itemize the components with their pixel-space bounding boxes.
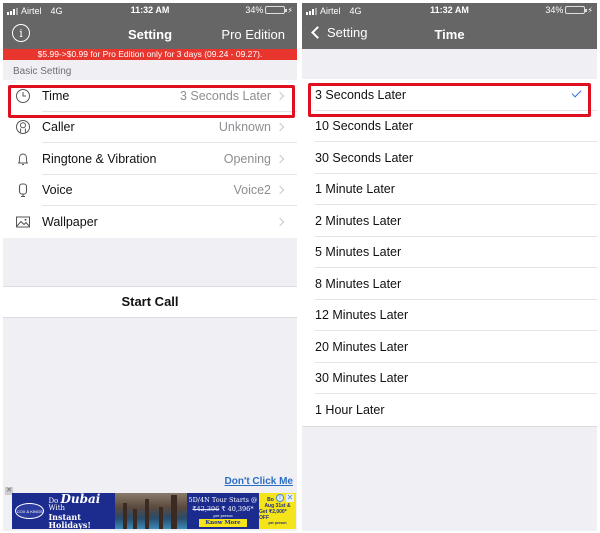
bolt-icon: ⚡ [587,5,593,15]
ad-left-panel: COX & KINGS Do Dubai With Instant Holida… [12,493,115,529]
chevron-right-icon [275,217,285,226]
ad-right-line4: per person [268,520,287,525]
time-option[interactable]: 12 Minutes Later [302,299,597,331]
settings-label: Wallpaper [42,214,98,229]
time-option[interactable]: 10 Seconds Later [302,110,597,142]
settings-value: Voice2 [233,183,271,198]
ad-right-line3: Get ₹2,000* OFF [259,508,287,521]
time-option-label: 20 Minutes Later [315,339,409,354]
time-option-label: 3 Seconds Later [315,87,407,102]
time-option-label: 30 Seconds Later [315,150,413,165]
ad-info-icon[interactable]: i [276,494,284,502]
dont-click-link[interactable]: Don't Click Me [225,476,294,487]
settings-value: 3 Seconds Later [179,88,271,103]
ad-know-more-button[interactable]: Know More [199,518,247,527]
time-option-label: 30 Minutes Later [315,371,409,386]
ad-headline-city: Dubai [60,493,101,506]
time-option[interactable]: 1 Hour Later [302,394,597,426]
settings-label: Voice [42,183,73,198]
settings-screen: Airtel 4G 11:32 AM 34% ⚡ i Setting Pro E… [3,3,297,531]
top-bar: Airtel 4G 11:32 AM 34% ⚡ i Setting Pro E… [3,3,297,49]
time-option-label: 12 Minutes Later [315,308,409,323]
image-icon [3,214,42,230]
settings-value: Unknown [218,120,271,135]
battery-indicator: 34% ⚡ [545,5,593,15]
chevron-right-icon [275,186,285,195]
ad-offer-panel: 5D/4N Tour Starts @ ₹42,396 ₹ 40,396* pe… [187,493,259,529]
time-option-label: 2 Minutes Later [315,213,402,228]
time-option[interactable]: 8 Minutes Later [302,268,597,300]
battery-percent: 34% [545,5,564,15]
time-option[interactable]: 3 Seconds Later [302,79,597,111]
ad-close-icon[interactable]: ✕ [286,494,294,502]
settings-row-wallpaper[interactable]: Wallpaper [3,206,297,238]
chevron-right-icon [275,154,285,163]
battery-percent: 34% [245,5,264,15]
ad-logo: COX & KINGS [15,503,45,519]
bell-icon [3,151,42,167]
battery-icon [565,6,588,14]
time-options-list: 3 Seconds Later 10 Seconds Later 30 Second… [302,79,597,427]
settings-row-ringtone[interactable]: Ringtone & Vibration Opening [3,143,297,175]
status-bar: Airtel 4G 11:32 AM 34% ⚡ [302,3,597,19]
navbar: i Setting Pro Edition [3,19,297,49]
settings-row-voice[interactable]: Voice Voice2 [3,175,297,207]
ad-controls: i ✕ [276,494,294,502]
ad-offer-line1: 5D/4N Tour Starts @ [188,495,258,504]
time-option[interactable]: 2 Minutes Later [302,205,597,237]
ad-headline-line2: Instant Holidays! [48,511,91,529]
page-title: Time [434,27,465,42]
ad-new-price: ₹ 40,396* [221,504,254,513]
promo-banner[interactable]: $5.99->$0.99 for Pro Edition only for 3 … [3,49,297,60]
time-option[interactable]: 5 Minutes Later [302,236,597,268]
battery-indicator: 34% ⚡ [245,5,293,15]
start-call-button[interactable]: Start Call [3,285,297,318]
ad-banner[interactable]: COX & KINGS Do Dubai With Instant Holida… [12,493,296,529]
settings-label: Time [42,88,70,103]
status-bar: Airtel 4G 11:32 AM 34% ⚡ [3,3,297,19]
time-option-label: 1 Hour Later [315,402,385,417]
checkmark-icon [571,87,582,98]
time-option-label: 10 Seconds Later [315,119,413,134]
time-picker-screen: Airtel 4G 11:32 AM 34% ⚡ Setting Time 3 … [302,3,597,531]
time-option[interactable]: 30 Minutes Later [302,362,597,394]
top-bar: Airtel 4G 11:32 AM 34% ⚡ Setting Time [302,3,597,49]
settings-label: Ringtone & Vibration [42,151,157,166]
settings-value: Opening [223,151,271,166]
time-option-label: 1 Minute Later [315,182,395,197]
settings-row-time[interactable]: Time 3 Seconds Later [3,80,297,112]
ad-old-price: ₹42,396 [192,504,220,513]
navbar: Setting Time [302,19,597,49]
pro-edition-button[interactable]: Pro Edition [221,27,285,42]
section-header: Basic Setting [13,66,72,77]
time-option-label: 8 Minutes Later [315,276,402,291]
ad-headline: Do Dubai With Instant Holidays! [48,493,115,529]
ad-city-image [115,493,187,529]
ad-per-person: per person [213,513,233,518]
time-option[interactable]: 20 Minutes Later [302,331,597,363]
time-option[interactable]: 30 Seconds Later [302,142,597,174]
ad-right-panel: i ✕ Bo Aug 31st & Get ₹2,000* OFF per pe… [259,493,296,529]
caller-icon [3,119,42,135]
settings-row-caller[interactable]: Caller Unknown [3,112,297,144]
battery-icon [265,6,288,14]
settings-list: Time 3 Seconds Later Caller Unknown Ring… [3,80,297,238]
clock-icon [3,88,42,104]
chevron-right-icon [275,91,285,100]
bolt-icon: ⚡ [287,5,293,15]
time-option[interactable]: 1 Minute Later [302,173,597,205]
chevron-right-icon [275,123,285,132]
microphone-icon [3,182,42,198]
settings-label: Caller [42,120,75,135]
time-option-label: 5 Minutes Later [315,245,402,260]
